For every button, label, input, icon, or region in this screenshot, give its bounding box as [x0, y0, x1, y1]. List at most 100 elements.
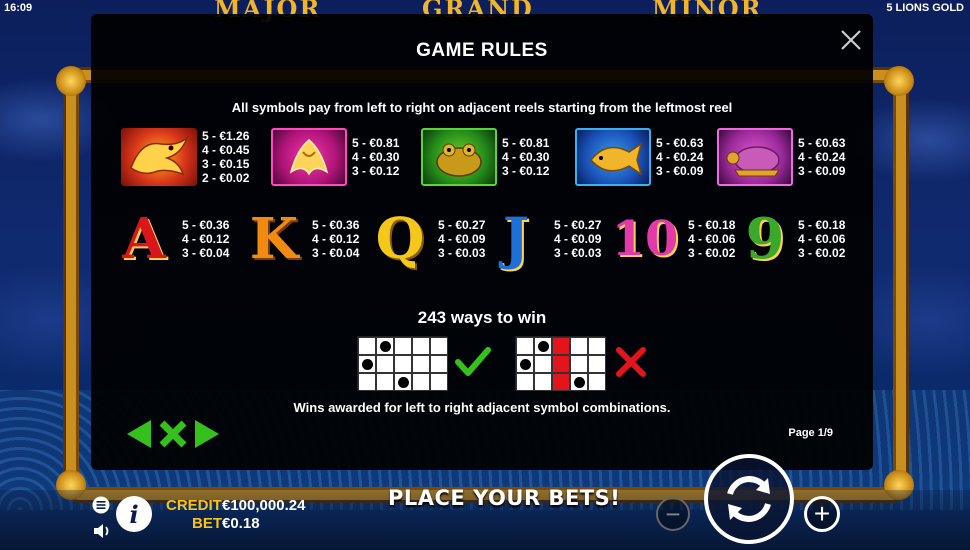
number-10-symbol: 10 [611, 211, 679, 267]
grid-cell [570, 373, 588, 391]
status-message: PLACE YOUR BETS! [388, 486, 621, 510]
pay-line: 5 - €1.26 [202, 129, 250, 143]
menu-icon[interactable] [92, 496, 110, 514]
symbol-dot [520, 359, 531, 370]
pay-line: 3 - €0.02 [688, 246, 736, 260]
bet-value: €0.18 [222, 515, 260, 532]
pay-line: 4 - €0.09 [438, 232, 486, 246]
minus-icon: − [665, 498, 681, 529]
grid-cell-missing [552, 337, 570, 355]
pay-line: 4 - €0.30 [352, 150, 400, 164]
grid-cell [430, 337, 448, 355]
paytable-entry: Q 5 - €0.27 4 - €0.09 3 - €0.03 [367, 206, 486, 272]
next-page-arrow-icon[interactable] [193, 418, 221, 450]
grid-cell [534, 337, 552, 355]
pay-line: 3 - €0.09 [798, 164, 846, 178]
turtle-symbol-icon [717, 128, 793, 186]
grid-cell [394, 373, 412, 391]
letter-a-symbol: A [122, 206, 166, 272]
paytable-entry: J 5 - €0.27 4 - €0.09 3 - €0.03 [483, 206, 602, 272]
grid-cell [588, 337, 606, 355]
pay-line: 5 - €0.63 [656, 136, 704, 150]
number-9-symbol: 9 [745, 206, 785, 272]
pay-line: 3 - €0.12 [502, 164, 550, 178]
grid-cell [376, 373, 394, 391]
pay-line: 4 - €0.06 [798, 232, 846, 246]
valid-combination-grid [357, 336, 448, 391]
grid-cell [412, 355, 430, 373]
pay-line: 3 - €0.04 [312, 246, 360, 260]
page-indicator: Page 1/9 [788, 427, 833, 439]
grid-cell [394, 355, 412, 373]
info-button[interactable]: i [116, 496, 152, 532]
pay-line: 2 - €0.02 [202, 171, 250, 185]
pay-values: 5 - €0.81 4 - €0.30 3 - €0.12 [352, 136, 399, 178]
pay-line: 5 - €0.18 [798, 218, 846, 232]
pay-values: 5 - €0.81 4 - €0.30 3 - €0.12 [502, 136, 549, 178]
close-icon [841, 30, 861, 50]
checkmark-icon [455, 347, 491, 376]
panel-title: GAME RULES [416, 40, 548, 61]
pay-values: 5 - €0.63 4 - €0.24 3 - €0.09 [798, 136, 845, 178]
pay-values: 5 - €1.26 4 - €0.45 3 - €0.15 2 - €0.02 [202, 129, 249, 185]
wins-note: Wins awarded for left to right adjacent … [293, 400, 671, 415]
decrease-bet-button[interactable]: − [656, 497, 690, 531]
prev-page-arrow-icon[interactable] [125, 418, 153, 450]
grid-cell [588, 355, 606, 373]
increase-bet-button[interactable]: + [804, 496, 840, 532]
letter-q-symbol: Q [375, 206, 425, 272]
pay-line: 5 - €0.81 [352, 136, 400, 150]
symbol-dot [538, 341, 549, 352]
grid-cell [588, 373, 606, 391]
symbol-dot [380, 341, 391, 352]
pay-line: 4 - €0.12 [182, 232, 230, 246]
grid-cell [394, 337, 412, 355]
grid-cell-missing [552, 355, 570, 373]
pay-line: 3 - €0.12 [352, 164, 400, 178]
pay-line: 4 - €0.12 [312, 232, 360, 246]
grid-cell [376, 337, 394, 355]
pay-values: 5 - €0.18 4 - €0.06 3 - €0.02 [798, 218, 845, 260]
pay-values: 5 - €0.18 4 - €0.06 3 - €0.02 [688, 218, 735, 260]
credit-value: €100,000.24 [222, 497, 306, 514]
paytable-entry: 5 - €0.81 4 - €0.30 3 - €0.12 [271, 128, 399, 186]
pay-line: 3 - €0.09 [656, 164, 704, 178]
ways-to-win-title: 243 ways to win [417, 308, 547, 327]
pay-values: 5 - €0.36 4 - €0.12 3 - €0.04 [312, 218, 359, 260]
grid-cell [534, 355, 552, 373]
koi-fish-symbol-icon [575, 128, 651, 186]
pay-values: 5 - €0.27 4 - €0.09 3 - €0.03 [438, 218, 485, 260]
credit-label: CREDIT [166, 497, 222, 514]
pay-line: 5 - €0.18 [688, 218, 736, 232]
symbol-dot [574, 377, 585, 388]
symbol-dot [398, 377, 409, 388]
grid-cell [570, 337, 588, 355]
paytable-entry: 5 - €1.26 4 - €0.45 3 - €0.15 2 - €0.02 [121, 128, 249, 186]
grid-cell [412, 373, 430, 391]
page-navigation [125, 418, 221, 450]
grid-cell [412, 337, 430, 355]
letter-j-symbol: J [502, 206, 530, 272]
pay-line: 3 - €0.03 [554, 246, 602, 260]
grid-cell [516, 337, 534, 355]
paytable-entry: K 5 - €0.36 4 - €0.12 3 - €0.04 [241, 206, 360, 272]
invalid-combination-grid [515, 336, 606, 391]
ornament-icon [56, 66, 86, 96]
pay-values: 5 - €0.36 4 - €0.12 3 - €0.04 [182, 218, 229, 260]
pay-line: 3 - €0.03 [438, 246, 486, 260]
grid-cell [358, 337, 376, 355]
grid-cell [376, 355, 394, 373]
bet-label: BET [192, 515, 222, 532]
pay-line: 4 - €0.30 [502, 150, 550, 164]
grid-cell-missing [552, 373, 570, 391]
pay-line: 5 - €0.27 [554, 218, 602, 232]
close-button[interactable] [839, 28, 863, 52]
pay-line: 3 - €0.15 [202, 157, 250, 171]
ornament-icon [884, 66, 914, 96]
pay-line: 3 - €0.02 [798, 246, 846, 260]
sound-icon[interactable] [92, 522, 112, 540]
pay-line: 5 - €0.63 [798, 136, 846, 150]
info-icon: i [129, 499, 139, 529]
spin-button[interactable] [704, 454, 794, 544]
close-rules-x-icon[interactable] [157, 418, 189, 450]
